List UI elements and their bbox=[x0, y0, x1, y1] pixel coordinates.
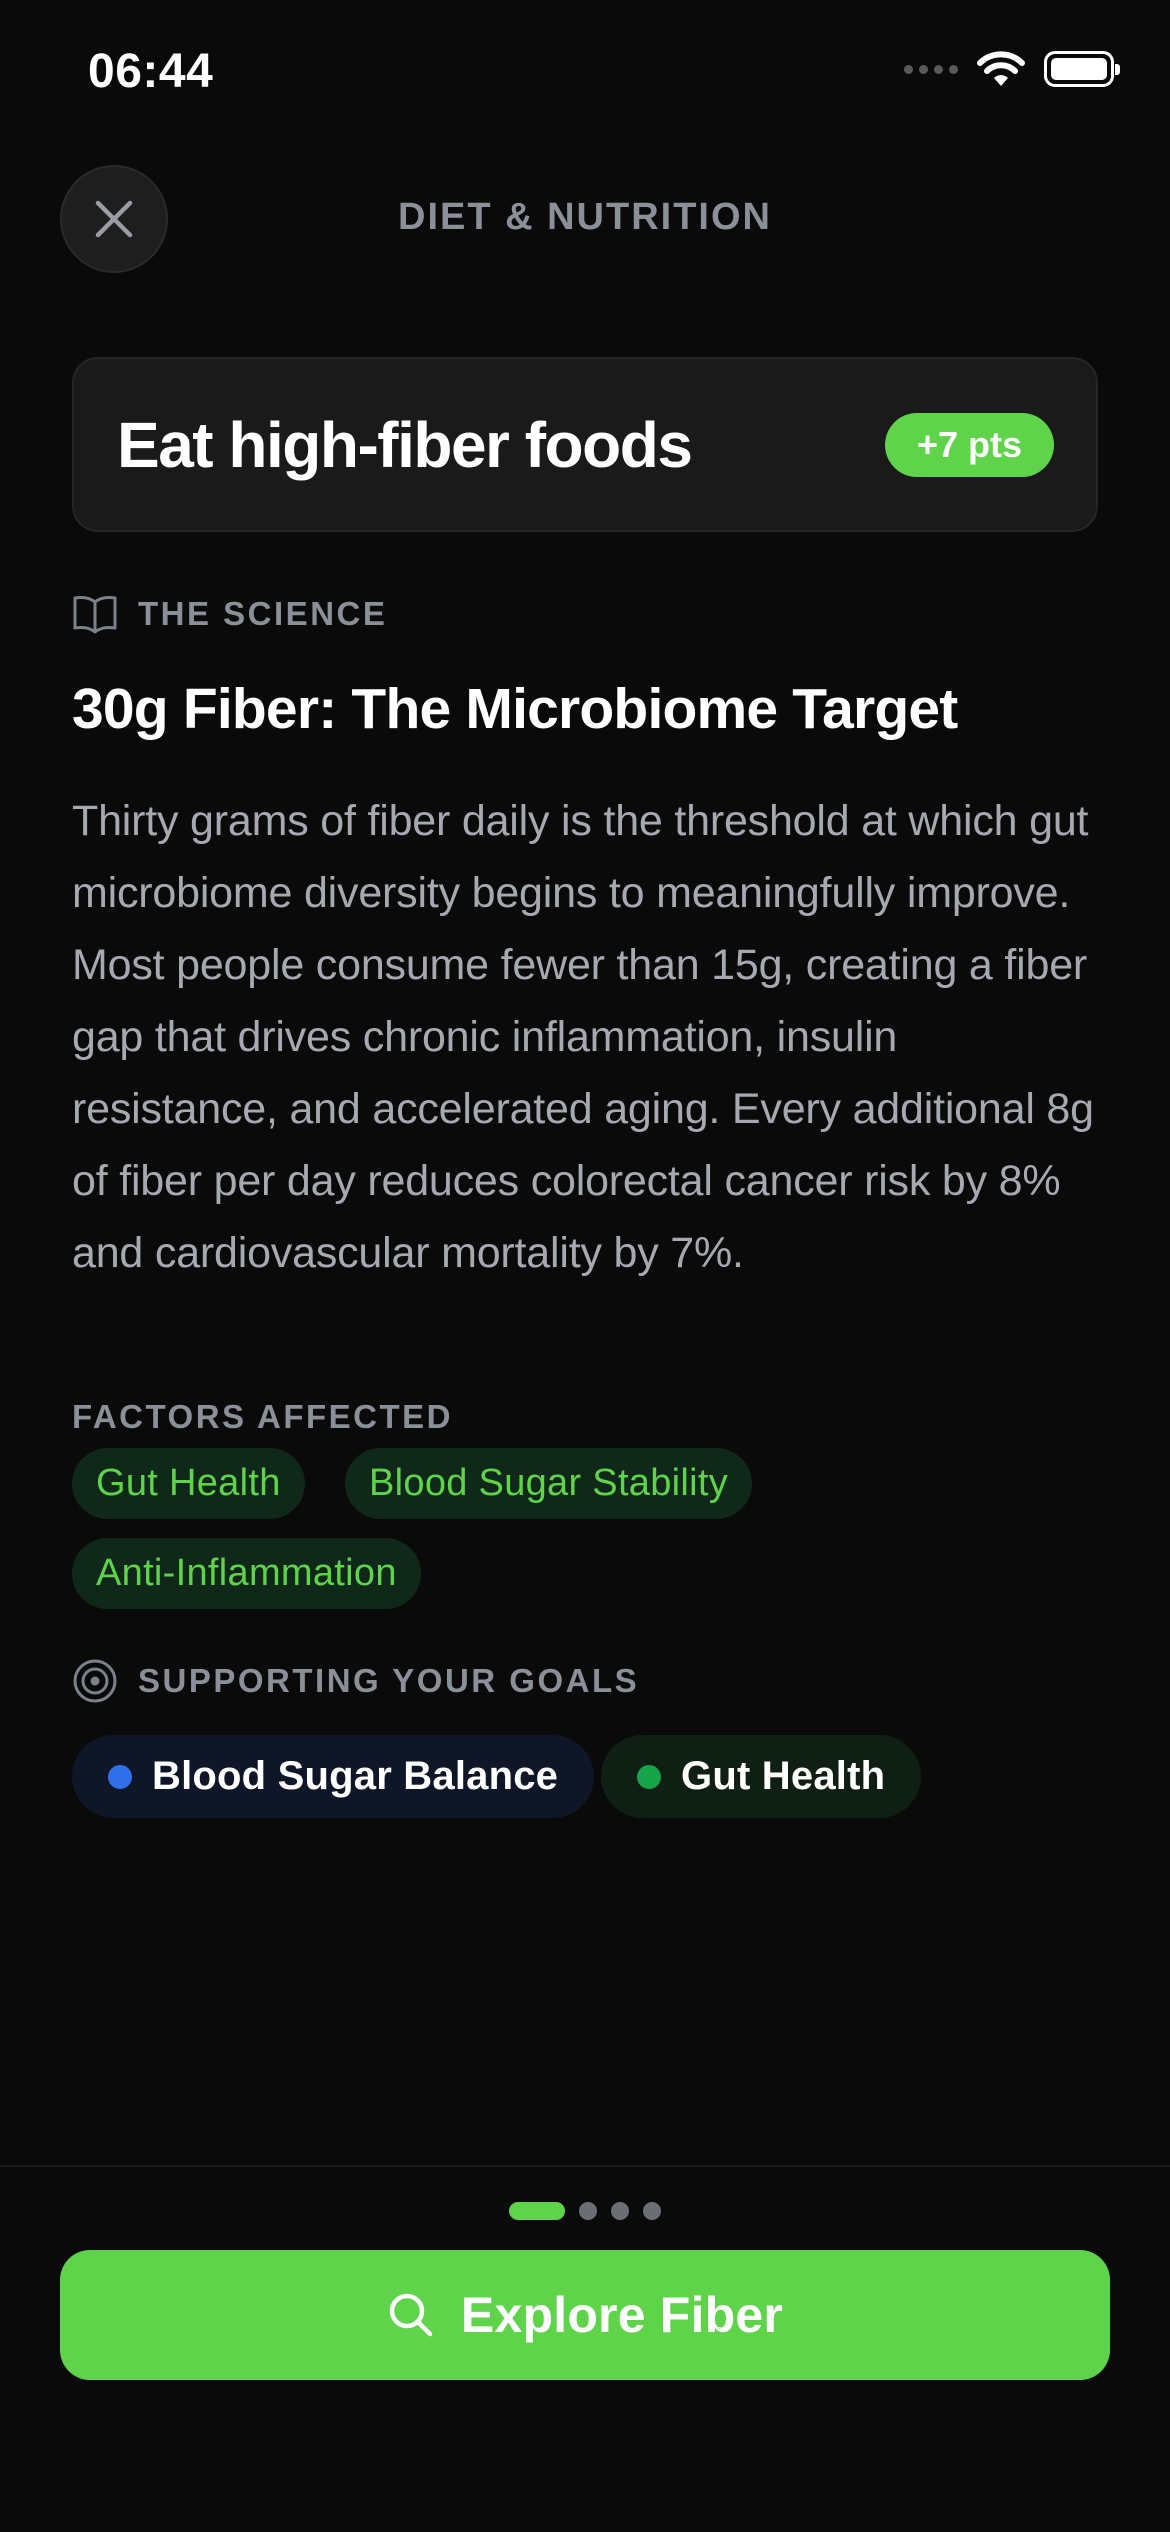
science-label-text: THE SCIENCE bbox=[138, 595, 388, 632]
goal-dot bbox=[637, 1764, 661, 1789]
goal-dot bbox=[108, 1764, 132, 1789]
page-dot-active bbox=[509, 2202, 565, 2220]
points-badge: +7 pts bbox=[884, 412, 1054, 477]
battery-icon bbox=[1044, 51, 1120, 87]
goals-label-text: SUPPORTING YOUR GOALS bbox=[138, 1662, 640, 1699]
page-indicator bbox=[0, 2202, 1170, 2220]
cta-label: Explore Fiber bbox=[460, 2287, 784, 2343]
screen: 06:44 DIET & NUTRITION Eat high-fiber fo… bbox=[0, 0, 1170, 2532]
status-time: 06:44 bbox=[88, 45, 214, 98]
bottom-divider bbox=[0, 2165, 1170, 2167]
science-section-label: THE SCIENCE bbox=[72, 594, 387, 634]
status-icons bbox=[904, 50, 1120, 88]
goal-label: Gut Health bbox=[681, 1754, 886, 1798]
signal-dots-icon bbox=[904, 64, 958, 74]
page-dot bbox=[643, 2202, 661, 2220]
science-heading: 30g Fiber: The Microbiome Target bbox=[72, 677, 958, 741]
goals-section-label: SUPPORTING YOUR GOALS bbox=[72, 1658, 639, 1704]
explore-fiber-button[interactable]: Explore Fiber bbox=[60, 2250, 1110, 2380]
task-title: Eat high-fiber foods bbox=[117, 408, 693, 481]
search-icon bbox=[389, 2293, 433, 2337]
target-icon bbox=[73, 1659, 117, 1703]
goal-chip-blood-sugar-balance: Blood Sugar Balance bbox=[72, 1735, 595, 1818]
factors-label: FACTORS AFFECTED bbox=[72, 1398, 454, 1435]
science-body: Thirty grams of fiber daily is the thres… bbox=[72, 797, 1094, 1277]
wifi-icon bbox=[977, 51, 1025, 86]
page-dot bbox=[579, 2202, 597, 2220]
factor-chip: Anti-Inflammation bbox=[72, 1538, 421, 1609]
task-card: Eat high-fiber foods +7 pts bbox=[72, 357, 1098, 532]
goal-chip-gut-health: Gut Health bbox=[601, 1735, 922, 1818]
goal-label: Blood Sugar Balance bbox=[152, 1754, 559, 1798]
factor-chip: Blood Sugar Stability bbox=[345, 1448, 753, 1519]
header-title: DIET & NUTRITION bbox=[398, 196, 772, 238]
factor-chip: Gut Health bbox=[72, 1448, 305, 1519]
page-dot bbox=[611, 2202, 629, 2220]
book-icon bbox=[73, 596, 117, 634]
